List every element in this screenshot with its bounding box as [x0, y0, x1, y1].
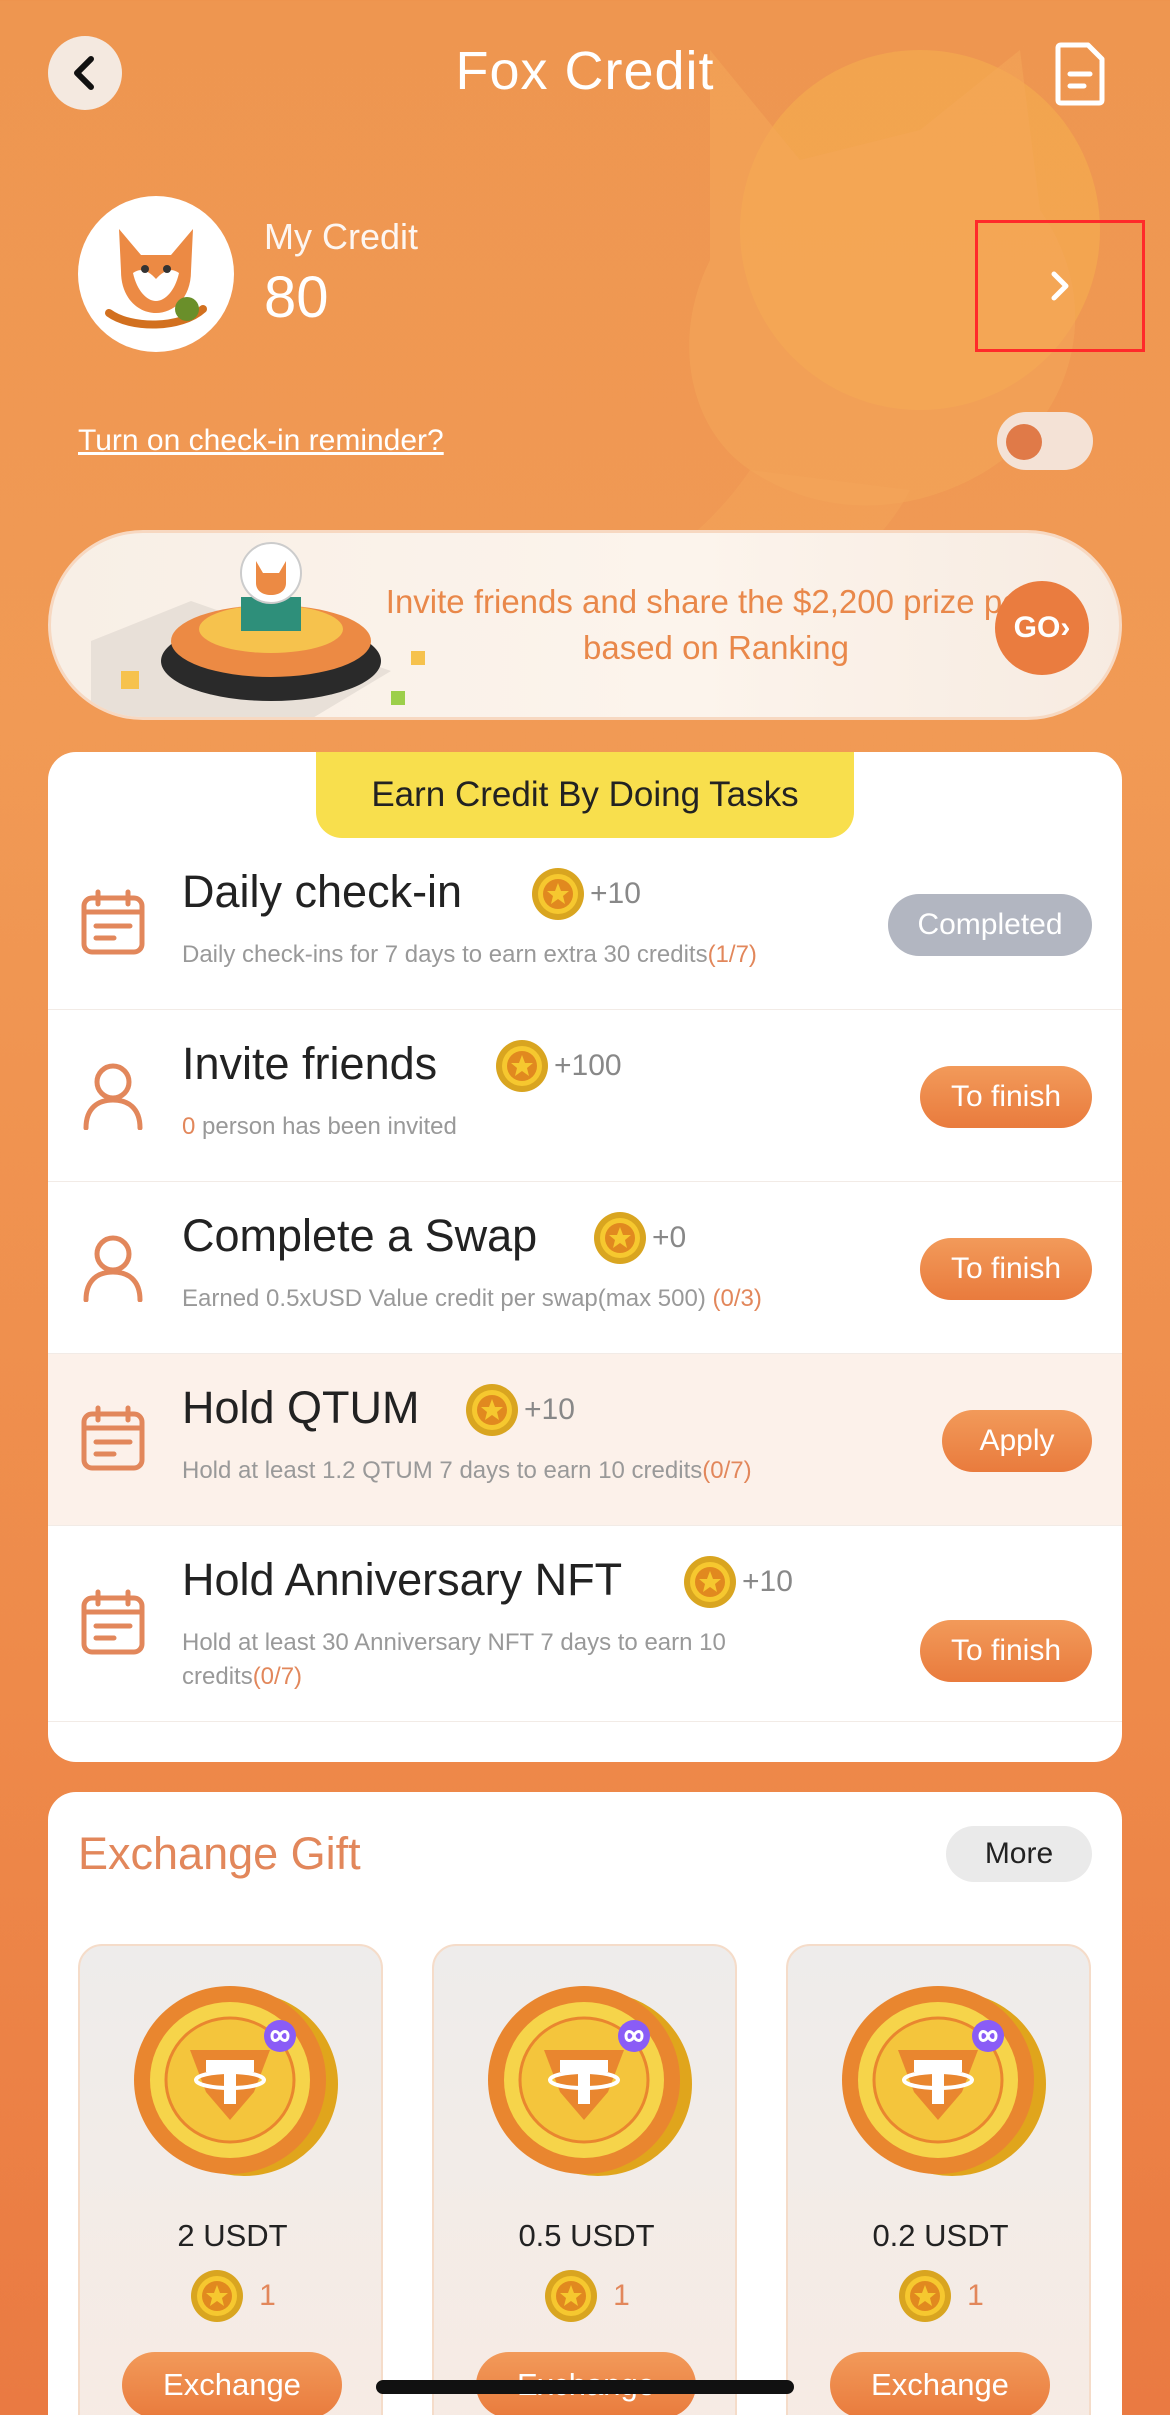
invite-banner[interactable]: Invite friends and share the $2,200 priz… — [48, 530, 1122, 720]
task-reward: +100 — [494, 1038, 622, 1094]
cost-amount: 1 — [259, 2279, 276, 2312]
task-invite-friends: Invite friends +100 0 person has been in… — [48, 1010, 1122, 1182]
gift-name: 0.2 USDT — [872, 2218, 1009, 2253]
usdt-coin-icon — [842, 1986, 1046, 2176]
tasks-header: Earn Credit By Doing Tasks — [316, 752, 854, 838]
task-reward: +0 — [592, 1210, 686, 1266]
coin-icon — [191, 2270, 244, 2322]
apply-button[interactable]: Apply — [942, 1410, 1092, 1472]
task-description: Daily check-ins for 7 days to earn extra… — [182, 941, 757, 968]
task-daily-checkin: Daily check-in +10 Daily check-ins for 7… — [48, 838, 1122, 1010]
coin-icon — [899, 2270, 952, 2322]
credit-label: My Credit — [264, 216, 419, 257]
gift-cost: 1 — [788, 2268, 1093, 2324]
toggle-knob — [1006, 424, 1042, 460]
gift-cost: 1 — [80, 2268, 385, 2324]
gift-cost: 1 — [434, 2268, 739, 2324]
usdt-coin-icon — [134, 1986, 338, 2176]
task-title: Daily check-in — [182, 866, 463, 917]
calendar-icon — [81, 1589, 145, 1655]
page-title: Fox Credit — [455, 41, 715, 101]
exchange-button[interactable]: Exchange — [830, 2352, 1050, 2415]
to-finish-button[interactable]: To finish — [920, 1238, 1092, 1300]
task-title: Hold Anniversary NFT — [182, 1554, 623, 1605]
gift-name: 0.5 USDT — [518, 2218, 655, 2253]
person-icon — [83, 1063, 143, 1130]
reward-amount: +10 — [742, 1565, 793, 1598]
task-reward: +10 — [682, 1554, 793, 1610]
usdt-coin-icon — [488, 1986, 692, 2176]
document-icon[interactable] — [1052, 42, 1108, 106]
exchange-button[interactable]: Exchange — [122, 2352, 342, 2415]
checkin-reminder-link[interactable]: Turn on check-in reminder? — [78, 424, 444, 458]
credit-value: 80 — [264, 265, 329, 330]
home-indicator — [376, 2380, 794, 2394]
coin-icon — [684, 1556, 736, 1608]
person-icon — [83, 1235, 143, 1302]
calendar-icon — [81, 889, 145, 955]
gift-item[interactable]: 2 USDT 1 Exchange — [78, 1944, 383, 2415]
gift-name: 2 USDT — [177, 2218, 288, 2253]
app-header: Fox Credit — [0, 0, 1170, 150]
coin-icon — [545, 2270, 598, 2322]
gift-item[interactable]: 0.2 USDT 1 Exchange — [786, 1944, 1091, 2415]
exchange-title: Exchange Gift — [78, 1828, 361, 1879]
calendar-icon — [81, 1405, 145, 1471]
cost-amount: 1 — [967, 2279, 984, 2312]
go-button[interactable]: GO› — [995, 581, 1089, 675]
task-description: Hold at least 1.2 QTUM 7 days to earn 10… — [182, 1457, 752, 1484]
cost-amount: 1 — [613, 2279, 630, 2312]
fox-logo-icon — [96, 214, 216, 334]
completed-button[interactable]: Completed — [888, 894, 1092, 956]
to-finish-button[interactable]: To finish — [920, 1066, 1092, 1128]
banner-text: Invite friends and share the $2,200 priz… — [385, 583, 1047, 666]
reward-amount: +10 — [524, 1393, 575, 1426]
gift-item[interactable]: 0.5 USDT 1 Exchange — [432, 1944, 737, 2415]
reward-amount: +10 — [590, 877, 641, 910]
task-title: Hold QTUM — [182, 1382, 420, 1433]
coin-icon — [532, 868, 584, 920]
task-hold-qtum: Hold QTUM +10 Hold at least 1.2 QTUM 7 d… — [48, 1354, 1122, 1526]
task-title: Complete a Swap — [182, 1210, 538, 1261]
task-reward: +10 — [530, 866, 641, 922]
task-title: Invite friends — [182, 1038, 438, 1089]
more-button[interactable]: More — [946, 1826, 1092, 1882]
task-description: 0 person has been invited — [182, 1113, 457, 1140]
chevron-right-icon — [1051, 271, 1069, 301]
task-complete-swap: Complete a Swap +0 Earned 0.5xUSD Value … — [48, 1182, 1122, 1354]
coin-icon — [594, 1212, 646, 1264]
to-finish-button[interactable]: To finish — [920, 1620, 1092, 1682]
reminder-toggle[interactable] — [997, 412, 1093, 470]
credit-detail-button[interactable] — [975, 220, 1145, 352]
tasks-card: Earn Credit By Doing Tasks Daily check-i… — [48, 752, 1122, 1762]
avatar — [78, 196, 234, 352]
coin-icon — [496, 1040, 548, 1092]
coin-icon — [466, 1384, 518, 1436]
task-description: Earned 0.5xUSD Value credit per swap(max… — [182, 1285, 762, 1312]
reward-amount: +100 — [554, 1049, 622, 1082]
task-reward: +10 — [464, 1382, 575, 1438]
exchange-gift-card: Exchange Gift More 2 USDT 1 Exchange 0.5… — [48, 1792, 1122, 2415]
task-hold-anniversary-nft: Hold Anniversary NFT +10 Hold at least 3… — [48, 1526, 1122, 1722]
reward-amount: +0 — [652, 1221, 687, 1254]
task-description: Hold at least 30 Anniversary NFT 7 days … — [182, 1629, 726, 1690]
